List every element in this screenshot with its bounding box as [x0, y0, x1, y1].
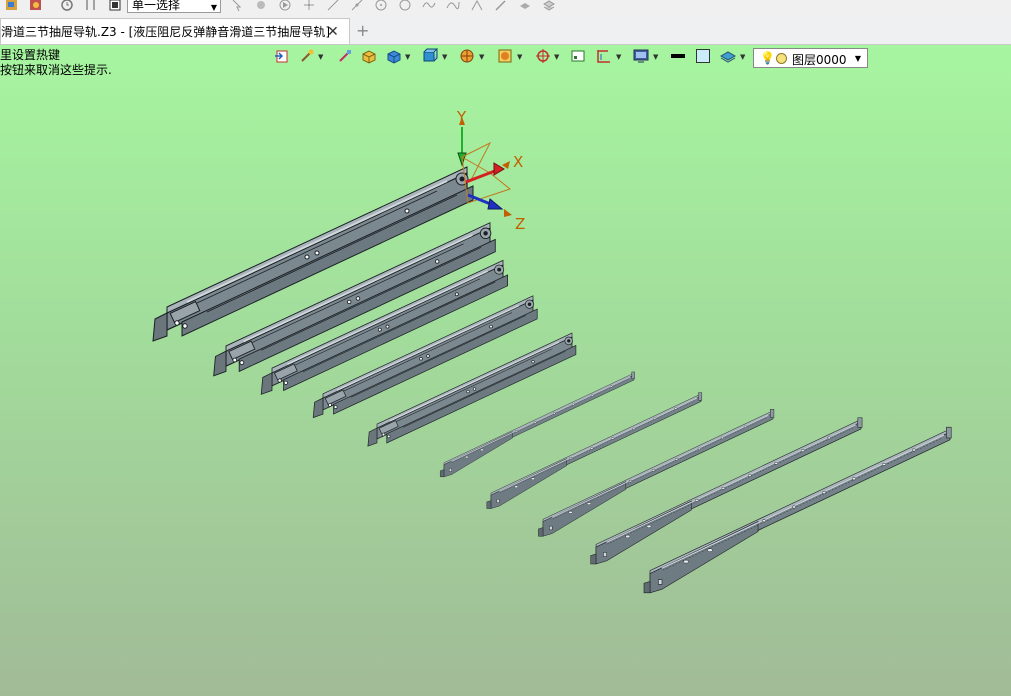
- pick-icon[interactable]: [230, 0, 244, 12]
- layers-icon[interactable]: [542, 0, 556, 12]
- pick-filter-icon[interactable]: [254, 0, 268, 12]
- curve-icon[interactable]: [446, 0, 460, 12]
- axis-x-label: X: [513, 153, 523, 171]
- tab-title: 滑道三节抽屉导轨.Z3 - [液压阻尼反弹静音滑道三节抽屉导轨]: [1, 25, 330, 39]
- ball-slide-2[interactable]: [486, 392, 703, 509]
- circle-center-icon[interactable]: [374, 0, 388, 12]
- selection-mode-value: 单一选择: [132, 0, 181, 12]
- settings-icon[interactable]: [29, 0, 43, 12]
- close-icon[interactable]: ✕: [327, 19, 339, 44]
- chevron-down-icon: ▼: [210, 3, 217, 12]
- quick-toolbar: 单一选择 ▼: [0, 0, 1011, 14]
- spline-icon[interactable]: [422, 0, 436, 12]
- line-icon[interactable]: [326, 0, 340, 12]
- pen-icon[interactable]: [494, 0, 508, 12]
- circle-icon[interactable]: [398, 0, 412, 12]
- polyline-icon[interactable]: [350, 0, 364, 12]
- stop-icon[interactable]: [108, 0, 122, 12]
- history-icon[interactable]: [60, 0, 74, 12]
- sketch-icon[interactable]: [470, 0, 484, 12]
- filter-icon[interactable]: [84, 0, 98, 12]
- play-icon[interactable]: [278, 0, 292, 12]
- document-tab-bar: 滑道三节抽屉导轨.Z3 - [液压阻尼反弹静音滑道三节抽屉导轨] ✕ +: [0, 14, 1011, 45]
- tab-active-document[interactable]: 滑道三节抽屉导轨.Z3 - [液压阻尼反弹静音滑道三节抽屉导轨] ✕: [0, 18, 350, 44]
- model-canvas[interactable]: Y X Z: [0, 45, 1011, 696]
- new-tab-button[interactable]: +: [356, 18, 369, 44]
- slide-rail-5[interactable]: [367, 332, 577, 447]
- stack-icon[interactable]: [518, 0, 532, 12]
- axis-z-label: Z: [515, 215, 525, 233]
- axis-y-label: Y: [456, 108, 467, 126]
- graphics-viewport[interactable]: 里设置热键 按钮来取消这些提示. ▼ ▼ ▼ ▼ ▼ ▼ ▼ ▼ ▼ 💡 图层0…: [0, 45, 1011, 696]
- point-icon[interactable]: [302, 0, 316, 12]
- app-icon[interactable]: [5, 0, 19, 12]
- selection-mode-select[interactable]: 单一选择 ▼: [127, 0, 221, 13]
